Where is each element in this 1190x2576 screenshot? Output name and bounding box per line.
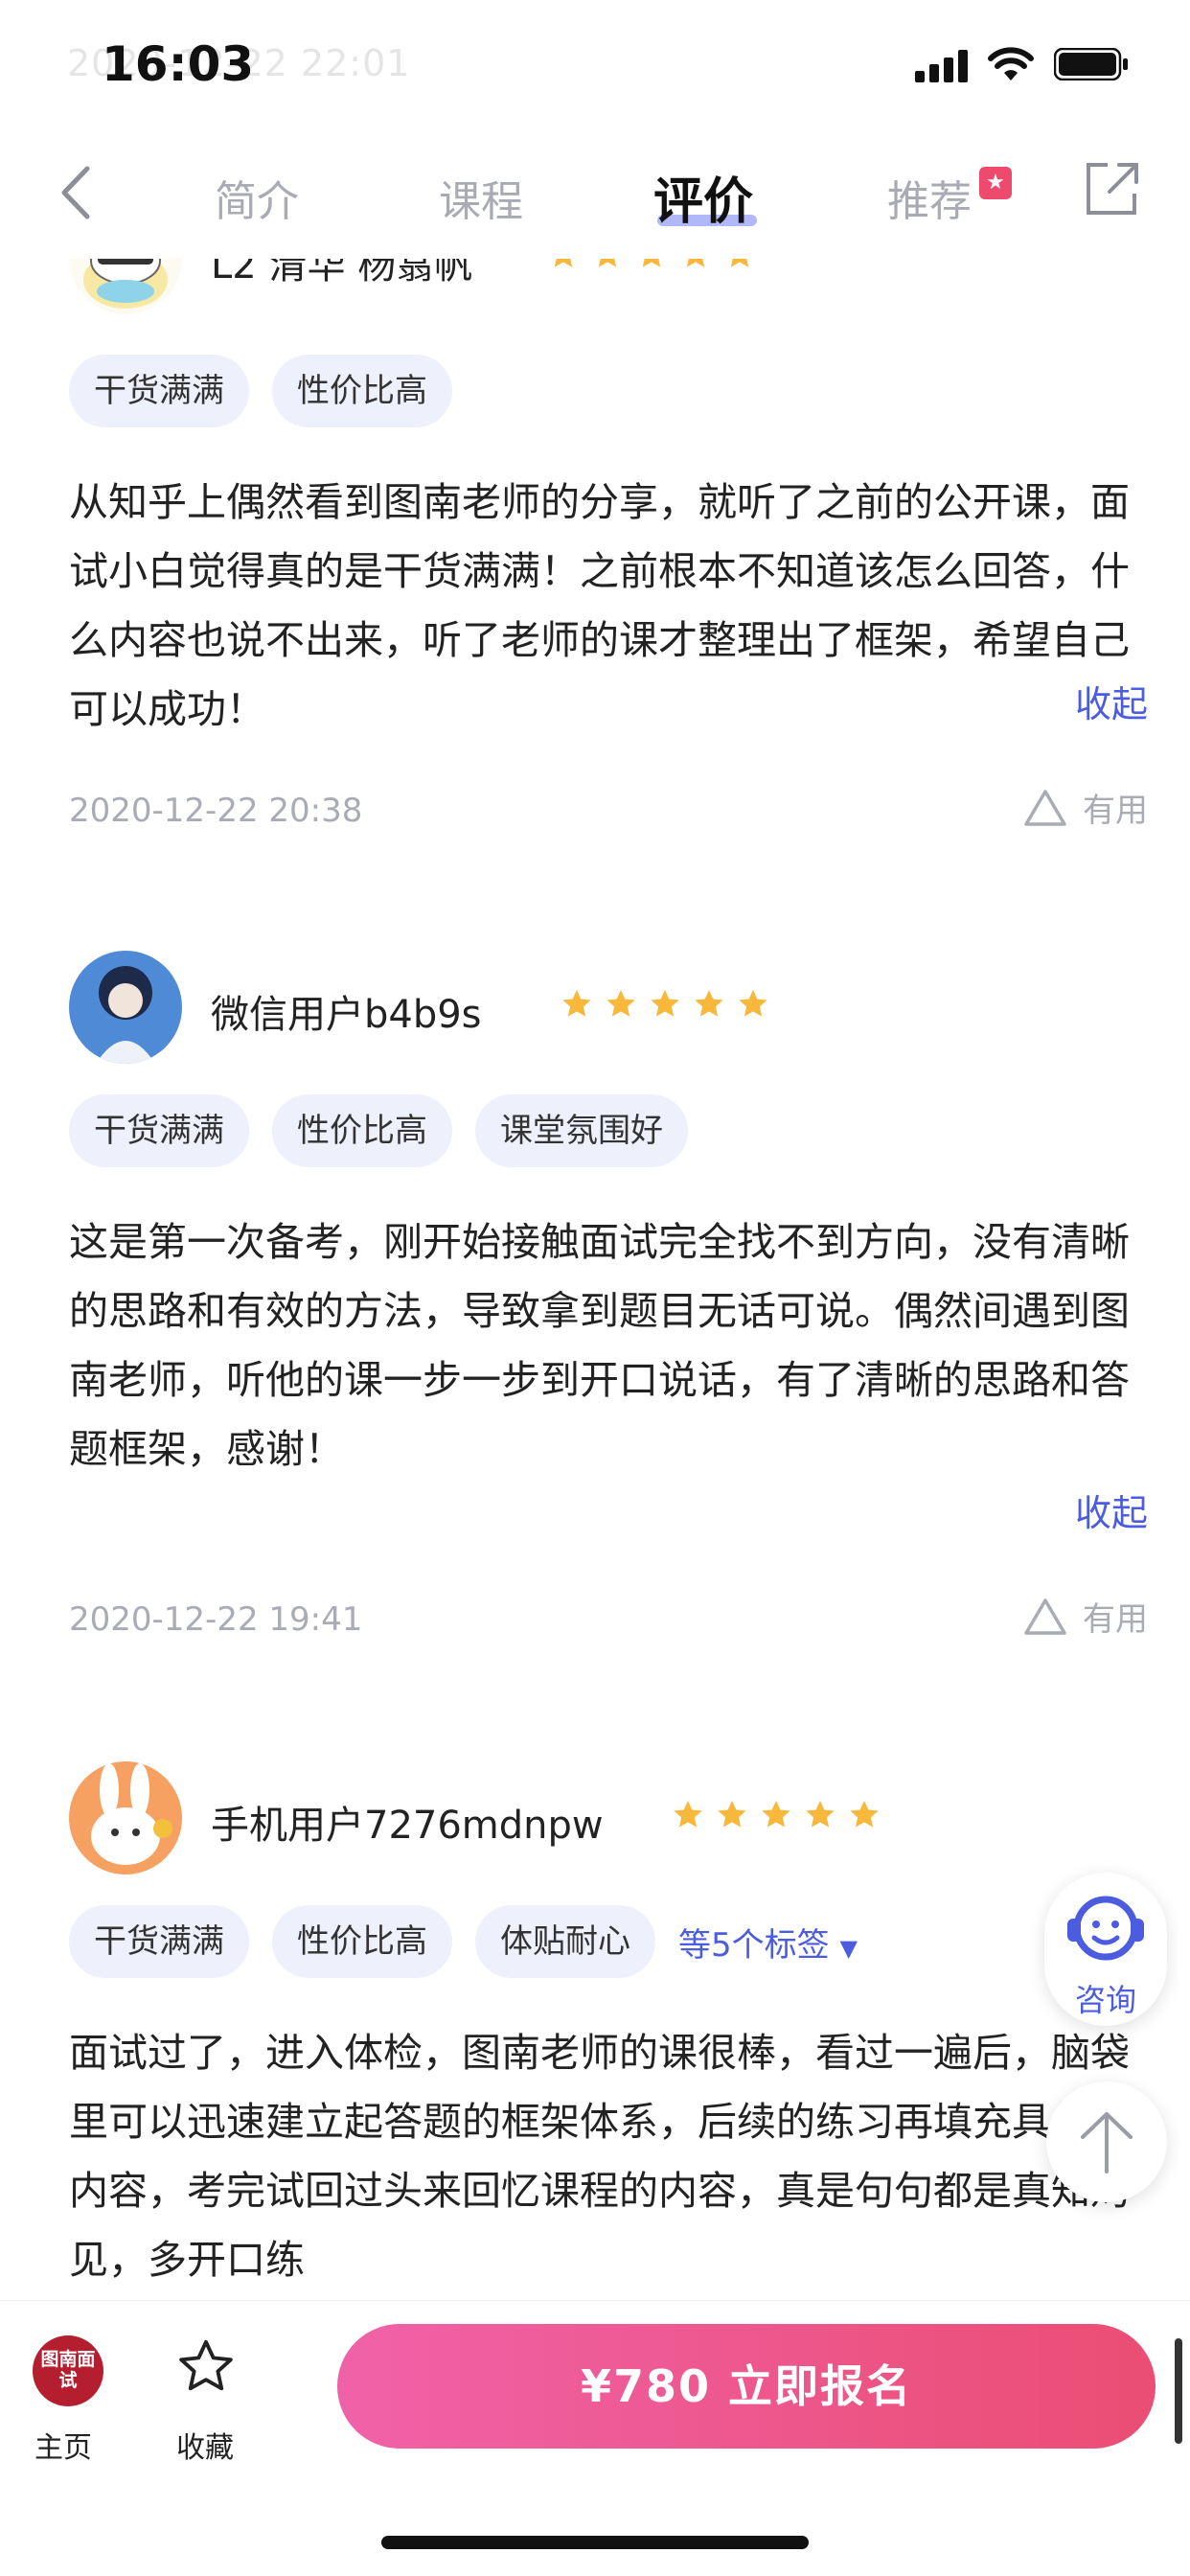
tag-chip: 性价比高 <box>272 1094 452 1167</box>
review-username: L2 清华 杨翕帆 <box>211 259 473 288</box>
review-text: 这是第一次备考，刚开始接触面试完全找不到方向，没有清晰的思路和有效的方法，导致拿… <box>69 1219 1130 1472</box>
star-icon <box>674 1801 702 1828</box>
useful-triangle-icon <box>1024 789 1066 826</box>
caret-down-icon: ▼ <box>839 1934 858 1962</box>
review-tags: 干货满满 性价比高 体贴耐心 等5个标签 ▼ <box>69 1905 858 1978</box>
back-to-top-button[interactable] <box>1046 2082 1167 2202</box>
wifi-icon <box>988 47 1034 80</box>
cellular-signal-icon <box>915 50 968 82</box>
review-tags: 干货满满 性价比高 <box>69 355 452 427</box>
useful-button[interactable]: 有用 <box>1023 1593 1148 1640</box>
star-icon <box>598 259 617 267</box>
star-icon <box>642 259 661 267</box>
tag-chip: 课堂氛围好 <box>475 1094 688 1167</box>
useful-label: 有用 <box>1083 1600 1148 1639</box>
app-screen: 2020-12-22 22:01 16:03 简介 课程 评价 推荐 ★ L2 … <box>0 0 1190 2576</box>
tag-chip: 干货满满 <box>69 1905 249 1978</box>
tab-intro[interactable]: 简介 <box>215 167 299 228</box>
tag-chip: 性价比高 <box>272 355 452 427</box>
star-icon <box>730 259 749 267</box>
nav-bar: 简介 课程 评价 推荐 ★ <box>0 144 1190 259</box>
enroll-button[interactable]: ¥780 立即报名 <box>337 2324 1156 2449</box>
star-icon <box>554 259 573 267</box>
rating-stars <box>671 1798 881 1832</box>
tab-reviews[interactable]: 评价 <box>653 161 753 233</box>
useful-triangle-icon <box>1024 1598 1066 1635</box>
avatar <box>69 259 182 314</box>
star-icon <box>606 990 635 1017</box>
battery-icon <box>1054 48 1128 80</box>
tag-chip: 干货满满 <box>69 1094 249 1167</box>
consult-button[interactable]: 咨询 <box>1044 1873 1167 2026</box>
consult-label: 咨询 <box>1074 1982 1136 2018</box>
home-logo[interactable]: 图南面试 <box>33 2335 103 2406</box>
customer-service-icon <box>1067 1896 1144 1961</box>
review-date: 2020-12-22 19:41 <box>69 1600 363 1639</box>
share-icon[interactable] <box>1083 159 1140 218</box>
star-icon <box>686 259 705 267</box>
review-card: L2 清华 杨翕帆 干货满满 性价比高 从知乎上偶然看到图南老师的分享，就听了之… <box>69 259 1148 1025</box>
star-icon <box>718 1801 746 1828</box>
star-icon <box>762 1801 790 1828</box>
favorite-label[interactable]: 收藏 <box>176 2424 234 2466</box>
status-time: 16:03 <box>102 36 255 92</box>
collapse-link[interactable]: 收起 <box>1075 675 1148 727</box>
star-icon <box>651 990 679 1017</box>
rating-stars <box>546 259 757 272</box>
scrollbar[interactable] <box>1175 2338 1182 2444</box>
more-tags-toggle[interactable]: 等5个标签 ▼ <box>678 1919 858 1966</box>
collapse-link[interactable]: 收起 <box>1075 1484 1148 1536</box>
review-date: 2020-12-22 20:38 <box>69 792 363 830</box>
review-card: 手机用户7276mdnpw 干货满满 性价比高 体贴耐心 等5个标签 ▼ 面试过… <box>69 1761 1148 2300</box>
review-username: 手机用户7276mdnpw <box>211 1804 604 1848</box>
avatar <box>69 951 182 1064</box>
review-text: 面试过了，进入体检，图南老师的课很棒，看过一遍后，脑袋里可以迅速建立起答题的框架… <box>69 2030 1130 2283</box>
tag-chip: 性价比高 <box>272 1905 452 1978</box>
status-bar: 2020-12-22 22:01 16:03 <box>0 0 1190 144</box>
star-badge-icon: ★ <box>979 167 1012 199</box>
useful-label: 有用 <box>1083 792 1148 830</box>
star-outline-icon[interactable] <box>174 2335 238 2399</box>
review-username: 微信用户b4b9s <box>211 993 482 1037</box>
star-icon <box>739 990 767 1017</box>
avatar <box>69 1761 182 1874</box>
bottom-action-bar: 图南面试 主页 收藏 ¥780 立即报名 <box>0 2300 1190 2576</box>
star-icon <box>695 990 723 1017</box>
star-icon <box>806 1801 835 1828</box>
star-icon <box>850 1801 879 1828</box>
review-tags: 干货满满 性价比高 课堂氛围好 <box>69 1094 688 1167</box>
useful-button[interactable]: 有用 <box>1023 784 1148 831</box>
tag-chip: 干货满满 <box>69 355 249 427</box>
reviews-list: L2 清华 杨翕帆 干货满满 性价比高 从知乎上偶然看到图南老师的分享，就听了之… <box>25 259 1165 2300</box>
review-card: 微信用户b4b9s 干货满满 性价比高 课堂氛围好 这是第一次备考，刚开始接触面… <box>69 951 1148 1717</box>
home-indicator <box>381 2536 809 2549</box>
back-arrow-icon[interactable] <box>53 159 101 226</box>
tab-recommend[interactable]: 推荐 <box>887 167 972 228</box>
tag-chip: 体贴耐心 <box>475 1905 655 1978</box>
star-icon <box>562 990 591 1017</box>
tab-course[interactable]: 课程 <box>439 167 523 228</box>
home-label[interactable]: 主页 <box>34 2424 92 2466</box>
review-text: 从知乎上偶然看到图南老师的分享，就听了之前的公开课，面试小白觉得真的是干货满满！… <box>69 479 1130 732</box>
rating-stars <box>560 987 770 1022</box>
more-tags-label: 等5个标签 <box>678 1925 830 1965</box>
arrow-up-icon <box>1081 2112 1133 2174</box>
